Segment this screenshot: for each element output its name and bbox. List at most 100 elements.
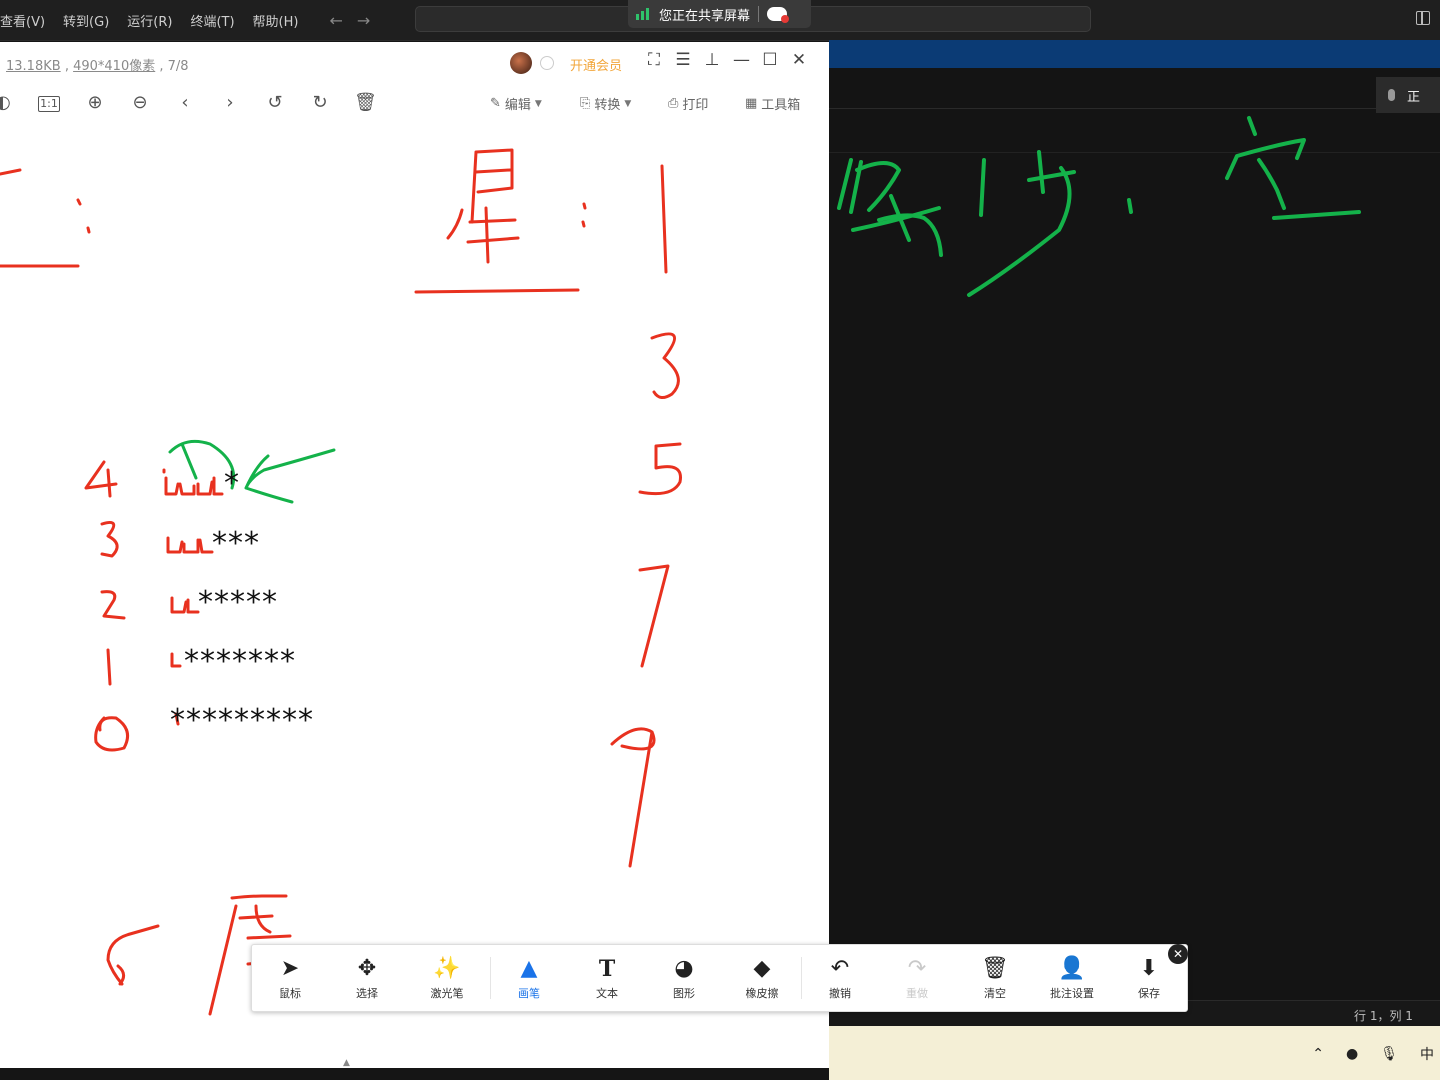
star-row-5: ********* bbox=[170, 703, 314, 738]
tool-select[interactable]: ✥ 选择 bbox=[337, 955, 397, 1001]
text-icon: T bbox=[598, 956, 616, 982]
viewer-titlebar: 13.18KB , 490*410像素 , 7/8 开通会员 ⛶ ☰ ⊥ — ☐… bbox=[0, 42, 829, 82]
menu-help[interactable]: 帮助(H) bbox=[244, 11, 308, 30]
delete-icon[interactable]: 🗑 bbox=[354, 92, 377, 113]
tool-label: 画笔 bbox=[518, 987, 540, 1000]
tool-label: 鼠标 bbox=[279, 987, 301, 1000]
minimize-icon[interactable]: — bbox=[733, 50, 750, 70]
toggle-panel-icon[interactable] bbox=[1416, 11, 1430, 25]
tool-save[interactable]: ⬇ 保存 bbox=[1119, 955, 1179, 1001]
signal-bars-icon bbox=[636, 8, 649, 20]
move-icon: ✥ bbox=[357, 956, 377, 981]
menu-run[interactable]: 运行(R) bbox=[118, 11, 181, 30]
share-status-text: 您正在共享屏幕 bbox=[659, 8, 751, 24]
tool-settings[interactable]: 👤 批注设置 bbox=[1042, 955, 1102, 1001]
pin-icon[interactable]: ⊥ bbox=[704, 50, 720, 70]
tool-label: 保存 bbox=[1138, 987, 1160, 1000]
toolbox-label: 工具箱 bbox=[761, 98, 801, 113]
menu-goto[interactable]: 转到(G) bbox=[54, 11, 118, 30]
mouse-icon[interactable]: ◐ bbox=[0, 92, 14, 113]
print-icon: ⎙ bbox=[668, 96, 679, 111]
tool-mouse[interactable]: ➤ 鼠标 bbox=[260, 955, 320, 1001]
laser-pointer-icon: ✨ bbox=[433, 956, 461, 981]
file-info: 13.18KB , 490*410像素 , 7/8 bbox=[6, 55, 189, 74]
tool-label: 文本 bbox=[596, 987, 618, 1000]
avatar[interactable] bbox=[510, 52, 532, 74]
prev-image-icon[interactable]: ‹ bbox=[174, 92, 196, 113]
menu-view[interactable]: 查看(V) bbox=[0, 11, 54, 30]
zoom-out-icon[interactable]: ⊖ bbox=[129, 92, 151, 113]
cursor-position[interactable]: 行 1，列 1 bbox=[1354, 1007, 1413, 1024]
tool-label: 橡皮擦 bbox=[745, 987, 779, 1000]
undo-icon: ↶ bbox=[830, 956, 850, 981]
zoom-in-icon[interactable]: ⊕ bbox=[84, 92, 106, 113]
menu-list: 查看(V) 转到(G) 运行(R) 终端(T) 帮助(H) bbox=[0, 11, 307, 30]
grid-icon: ▦ bbox=[745, 96, 758, 111]
edit-menu[interactable]: ✎ 编辑 ▼ bbox=[490, 94, 542, 113]
taskbar: ⌃ ● 🎙 中 bbox=[829, 1026, 1440, 1080]
edit-icon: ✎ bbox=[490, 96, 501, 111]
forward-arrow-icon[interactable]: → bbox=[357, 11, 370, 30]
tray-microphone-icon[interactable]: 🎙 bbox=[1380, 1046, 1398, 1062]
print-button[interactable]: ⎙ 打印 bbox=[668, 94, 708, 113]
cursor-icon: ➤ bbox=[280, 956, 300, 981]
annotation-toolbar: ➤ 鼠标 ✥ 选择 ✨ 激光笔 ▲ 画笔 T 文本 ◕ 图形 ◆ 橡皮擦 ↶ 撤… bbox=[251, 944, 1188, 1012]
pen-icon: ▲ bbox=[520, 956, 538, 981]
star-row-2: *** bbox=[212, 526, 260, 561]
print-label: 打印 bbox=[682, 98, 709, 113]
tool-pen[interactable]: ▲ 画笔 bbox=[499, 955, 559, 1001]
tool-label: 批注设置 bbox=[1050, 987, 1094, 1000]
next-image-icon[interactable]: › bbox=[219, 92, 241, 113]
nav-arrows: ← → bbox=[329, 11, 370, 30]
close-annotation-icon[interactable]: ✕ bbox=[1168, 944, 1188, 964]
tool-label: 清空 bbox=[984, 987, 1006, 1000]
tool-shape[interactable]: ◕ 图形 bbox=[654, 955, 714, 1001]
tool-undo[interactable]: ↶ 撤销 bbox=[810, 955, 870, 1001]
image-dimensions[interactable]: 490*410像素 bbox=[73, 59, 155, 74]
fullscreen-icon[interactable]: ⛶ bbox=[646, 50, 662, 70]
qq-penguin-icon[interactable]: ● bbox=[1346, 1046, 1358, 1062]
scroll-up-icon[interactable]: ▲ bbox=[343, 1058, 350, 1068]
window-controls: ⛶ ☰ ⊥ — ☐ ✕ bbox=[646, 50, 807, 70]
close-icon[interactable]: ✕ bbox=[791, 50, 807, 70]
caret-down-icon: ▼ bbox=[624, 98, 632, 109]
eraser-icon: ◆ bbox=[753, 956, 771, 981]
shape-icon: ◕ bbox=[674, 956, 694, 981]
vip-diamond-icon bbox=[540, 56, 554, 70]
file-size[interactable]: 13.18KB bbox=[6, 59, 61, 74]
input-method-icon[interactable]: 中 bbox=[1420, 1044, 1434, 1064]
trash-icon: 🗑 bbox=[981, 956, 1009, 981]
star-row-3: ***** bbox=[198, 585, 278, 620]
actual-size-icon[interactable]: 1:1 bbox=[38, 96, 60, 112]
right-handwriting bbox=[837, 116, 1361, 297]
rotate-right-icon[interactable]: ↻ bbox=[309, 92, 331, 113]
tool-text[interactable]: T 文本 bbox=[577, 955, 637, 1001]
convert-icon: ⎘ bbox=[580, 96, 591, 111]
toolbar-separator bbox=[801, 957, 802, 999]
info-separator: , bbox=[64, 59, 69, 74]
back-arrow-icon[interactable]: ← bbox=[329, 11, 342, 30]
image-viewer-window: 13.18KB , 490*410像素 , 7/8 开通会员 ⛶ ☰ ⊥ — ☐… bbox=[0, 42, 829, 1068]
toolbox-button[interactable]: ▦ 工具箱 bbox=[745, 94, 800, 113]
tool-clear[interactable]: 🗑 清空 bbox=[965, 955, 1025, 1001]
user-settings-icon: 👤 bbox=[1058, 956, 1086, 981]
menu-icon[interactable]: ☰ bbox=[675, 50, 691, 70]
screen-share-banner: 您正在共享屏幕 bbox=[628, 0, 811, 28]
tool-laser[interactable]: ✨ 激光笔 bbox=[417, 955, 477, 1001]
convert-menu[interactable]: ⎘ 转换 ▼ bbox=[580, 94, 631, 113]
rotate-left-icon[interactable]: ↺ bbox=[264, 92, 286, 113]
cloud-stop-icon[interactable] bbox=[767, 7, 790, 23]
vip-link[interactable]: 开通会员 bbox=[570, 55, 622, 74]
share-separator bbox=[758, 6, 760, 22]
viewer-toolbar: ◐ 1:1 ⊕ ⊖ ‹ › ↺ ↻ 🗑 ✎ 编辑 ▼ ⎘ 转换 ▼ ⎙ 打印 ▦… bbox=[0, 86, 829, 120]
maximize-icon[interactable]: ☐ bbox=[762, 50, 778, 70]
tool-redo[interactable]: ↷ 重做 bbox=[887, 955, 947, 1001]
tool-eraser[interactable]: ◆ 橡皮擦 bbox=[732, 955, 792, 1001]
menubar: 查看(V) 转到(G) 运行(R) 终端(T) 帮助(H) ← → 您正在共享屏… bbox=[0, 0, 1440, 41]
chevron-up-icon[interactable]: ⌃ bbox=[1312, 1046, 1324, 1062]
star-row-4: ******* bbox=[184, 644, 296, 679]
menu-terminal[interactable]: 终端(T) bbox=[181, 11, 243, 30]
tool-label: 图形 bbox=[673, 987, 695, 1000]
note-image: * *** ***** ******* ********* bbox=[0, 126, 829, 1068]
redo-icon: ↷ bbox=[907, 956, 927, 981]
